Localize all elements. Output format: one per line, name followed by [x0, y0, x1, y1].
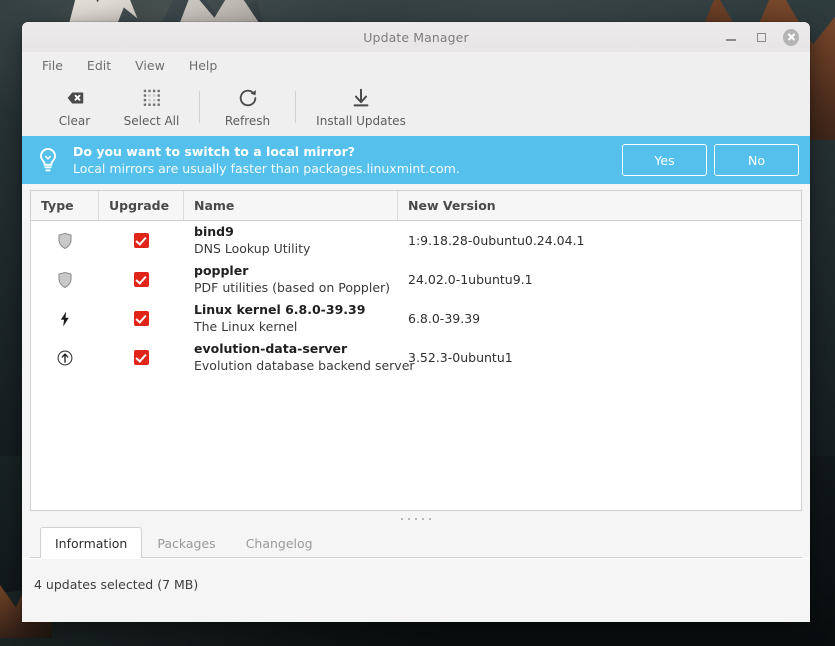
row-upgrade-cell[interactable] [99, 299, 184, 338]
select-all-icon [143, 89, 160, 106]
row-name-cell: bind9 DNS Lookup Utility [184, 221, 398, 260]
detail-tabs: Information Packages Changelog [30, 527, 802, 558]
status-text: 4 updates selected (7 MB) [34, 577, 199, 592]
clear-button[interactable]: Clear [36, 81, 113, 133]
desktop-background: Update Manager File Edit View Help Clear… [0, 0, 835, 646]
splitter-grip-icon [401, 518, 431, 520]
refresh-button[interactable]: Refresh [209, 81, 286, 133]
table-row[interactable]: Linux kernel 6.8.0-39.39 The Linux kerne… [31, 299, 801, 338]
lightning-bolt-icon [60, 311, 69, 326]
maximize-icon [756, 32, 766, 42]
column-header-upgrade[interactable]: Upgrade [99, 191, 184, 220]
refresh-button-label: Refresh [224, 113, 271, 128]
row-type-cell [31, 260, 99, 299]
update-manager-window: Update Manager File Edit View Help Clear… [22, 22, 810, 622]
tab-packages[interactable]: Packages [142, 527, 230, 558]
row-version-cell: 6.8.0-39.39 [408, 311, 481, 326]
column-header-new-version[interactable]: New Version [398, 191, 801, 220]
maximize-button[interactable] [753, 29, 769, 45]
table-row[interactable]: evolution-data-server Evolution database… [31, 338, 801, 377]
tab-changelog[interactable]: Changelog [231, 527, 328, 558]
row-type-cell [31, 221, 99, 260]
row-version-cell: 24.02.0-1ubuntu9.1 [408, 272, 533, 287]
refresh-icon [239, 89, 256, 106]
shield-icon [58, 232, 72, 249]
circle-up-arrow-icon [57, 350, 73, 365]
banner-title: Do you want to switch to a local mirror? [73, 144, 356, 159]
package-name: bind9 [194, 224, 234, 240]
upgrade-checkbox[interactable] [134, 350, 149, 365]
close-button[interactable] [783, 28, 799, 46]
row-upgrade-cell[interactable] [99, 221, 184, 260]
toolbar: Clear Select All Refresh Install Updates [22, 78, 810, 136]
row-name-cell: poppler PDF utilities (based on Poppler) [184, 260, 398, 299]
column-header-name[interactable]: Name [184, 191, 398, 220]
row-type-cell [31, 299, 99, 338]
banner-text: Do you want to switch to a local mirror?… [73, 144, 460, 176]
table-row[interactable]: bind9 DNS Lookup Utility 1:9.18.28-0ubun… [31, 221, 801, 260]
row-name-cell: evolution-data-server Evolution database… [184, 338, 415, 377]
information-panel: 4 updates selected (7 MB) [22, 558, 810, 622]
main-area: Type Upgrade Name New Version bind9 DNS … [22, 184, 810, 558]
menu-item-view[interactable]: View [125, 55, 175, 76]
menu-item-help[interactable]: Help [179, 55, 228, 76]
row-upgrade-cell[interactable] [99, 338, 184, 377]
window-controls [723, 28, 810, 46]
tab-information[interactable]: Information [40, 527, 143, 558]
minimize-button[interactable] [723, 29, 739, 45]
row-version-cell: 1:9.18.28-0ubuntu0.24.04.1 [408, 233, 585, 248]
menu-item-file[interactable]: File [32, 55, 73, 76]
row-version-cell: 3.52.3-0ubuntu1 [408, 350, 513, 365]
updates-list-header: Type Upgrade Name New Version [31, 191, 801, 221]
package-name: poppler [194, 263, 249, 279]
lightbulb-icon [40, 148, 56, 172]
menu-item-edit[interactable]: Edit [77, 55, 121, 76]
row-type-cell [31, 338, 99, 377]
package-description: The Linux kernel [194, 319, 298, 334]
clear-button-label: Clear [58, 113, 91, 128]
local-mirror-banner: Do you want to switch to a local mirror?… [22, 136, 810, 184]
select-all-button-label: Select All [123, 113, 180, 128]
install-updates-icon [353, 88, 369, 106]
banner-actions: Yes No [622, 144, 799, 176]
toolbar-separator-1 [199, 91, 200, 123]
upgrade-checkbox[interactable] [134, 233, 149, 248]
updates-list-body: bind9 DNS Lookup Utility 1:9.18.28-0ubun… [31, 221, 801, 510]
package-name: Linux kernel 6.8.0-39.39 [194, 302, 366, 318]
row-name-cell: Linux kernel 6.8.0-39.39 The Linux kerne… [184, 299, 398, 338]
column-header-type[interactable]: Type [31, 191, 99, 220]
package-description: Evolution database backend server [194, 358, 415, 373]
updates-list-frame: Type Upgrade Name New Version bind9 DNS … [30, 190, 802, 511]
minimize-icon [726, 39, 736, 41]
clear-icon [67, 92, 83, 103]
package-description: DNS Lookup Utility [194, 241, 311, 256]
pane-splitter[interactable] [30, 511, 802, 527]
install-updates-button[interactable]: Install Updates [305, 81, 417, 133]
upgrade-checkbox[interactable] [134, 272, 149, 287]
banner-icon-wrap [35, 147, 61, 173]
install-updates-button-label: Install Updates [316, 113, 406, 128]
upgrade-checkbox[interactable] [134, 311, 149, 326]
package-description: PDF utilities (based on Poppler) [194, 280, 391, 295]
title-bar[interactable]: Update Manager [22, 22, 810, 52]
close-icon [783, 28, 799, 46]
package-name: evolution-data-server [194, 341, 348, 357]
table-row[interactable]: poppler PDF utilities (based on Poppler)… [31, 260, 801, 299]
toolbar-separator-2 [295, 91, 296, 123]
row-upgrade-cell[interactable] [99, 260, 184, 299]
banner-no-button[interactable]: No [714, 144, 799, 176]
banner-subtitle: Local mirrors are usually faster than pa… [73, 161, 460, 176]
select-all-button[interactable]: Select All [113, 81, 190, 133]
banner-yes-button[interactable]: Yes [622, 144, 707, 176]
menu-bar: File Edit View Help [22, 52, 810, 78]
window-title: Update Manager [363, 29, 469, 45]
shield-icon [58, 271, 72, 288]
